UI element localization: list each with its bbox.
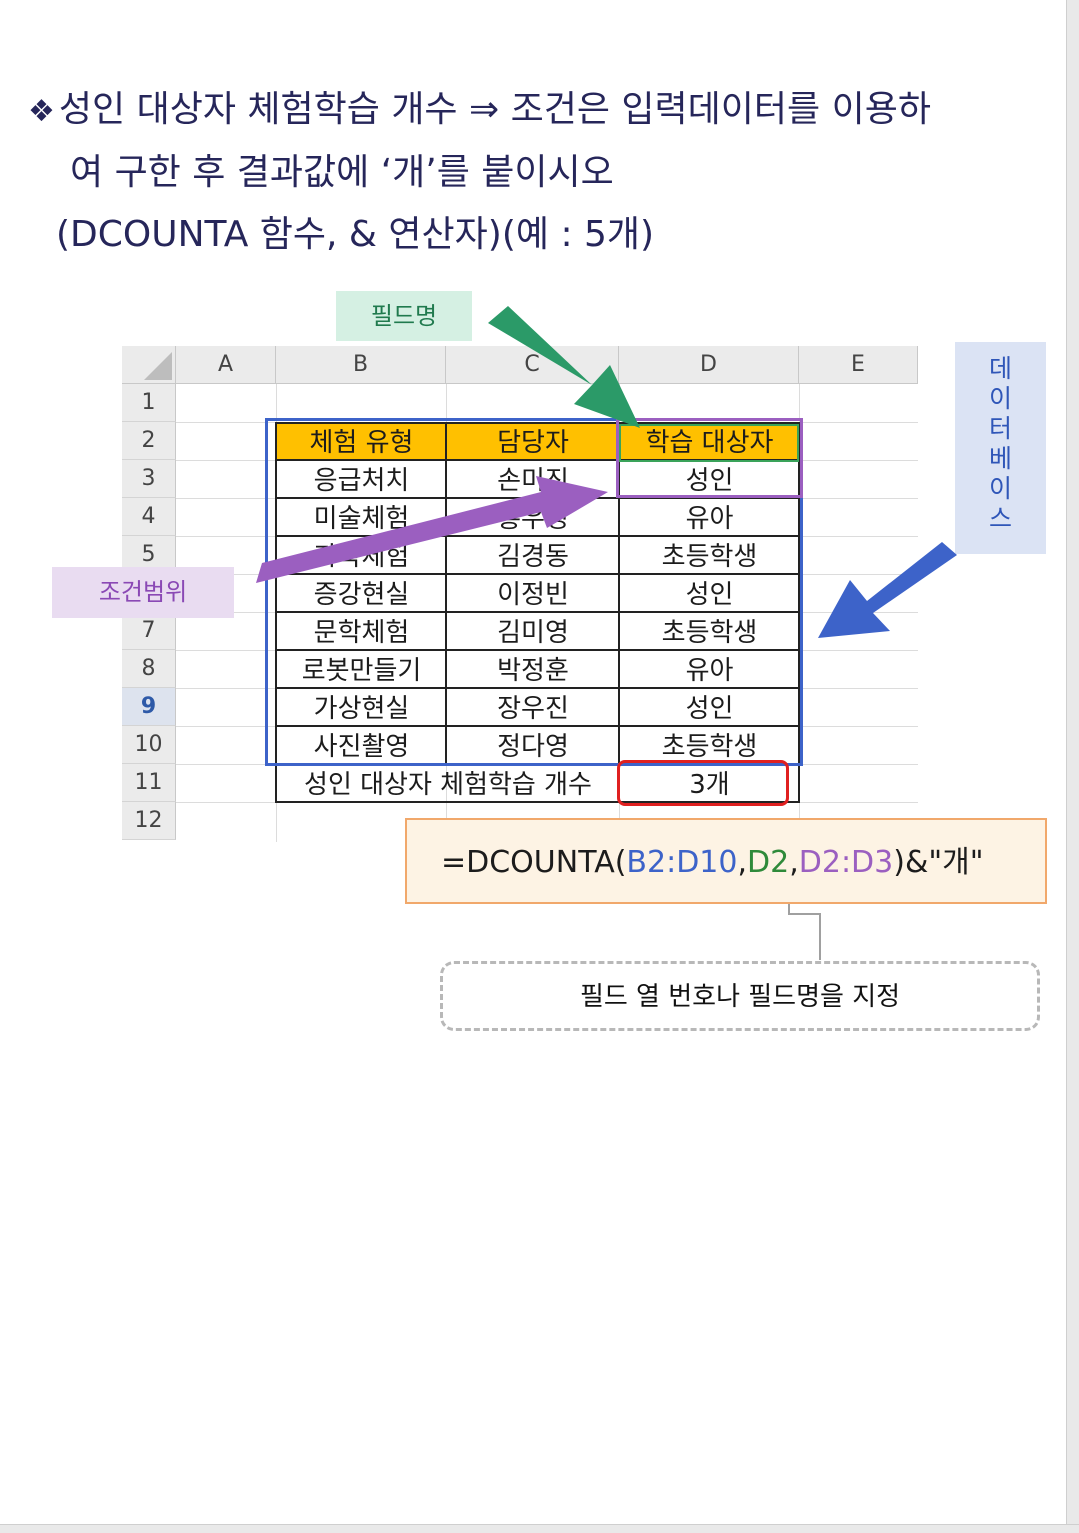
formula-database-arg: B2:D10	[626, 845, 738, 880]
formula-criteria-arg: D2:D3	[798, 845, 894, 880]
formula-suffix: )&"개"	[893, 845, 984, 880]
purple-arrow-icon	[256, 476, 608, 583]
green-arrow-icon	[488, 306, 640, 428]
field-note-box: 필드 열 번호나 필드명을 지정	[440, 961, 1040, 1031]
blue-arrow-icon	[818, 542, 957, 638]
formula-box: =DCOUNTA(B2:D10,D2,D2:D3)&"개"	[405, 818, 1047, 904]
formula-prefix: =DCOUNTA(	[441, 845, 627, 880]
formula-comma: ,	[789, 845, 799, 880]
arrows-overlay	[256, 306, 957, 960]
formula-field-arg: D2	[747, 845, 790, 880]
formula-comma: ,	[737, 845, 748, 880]
